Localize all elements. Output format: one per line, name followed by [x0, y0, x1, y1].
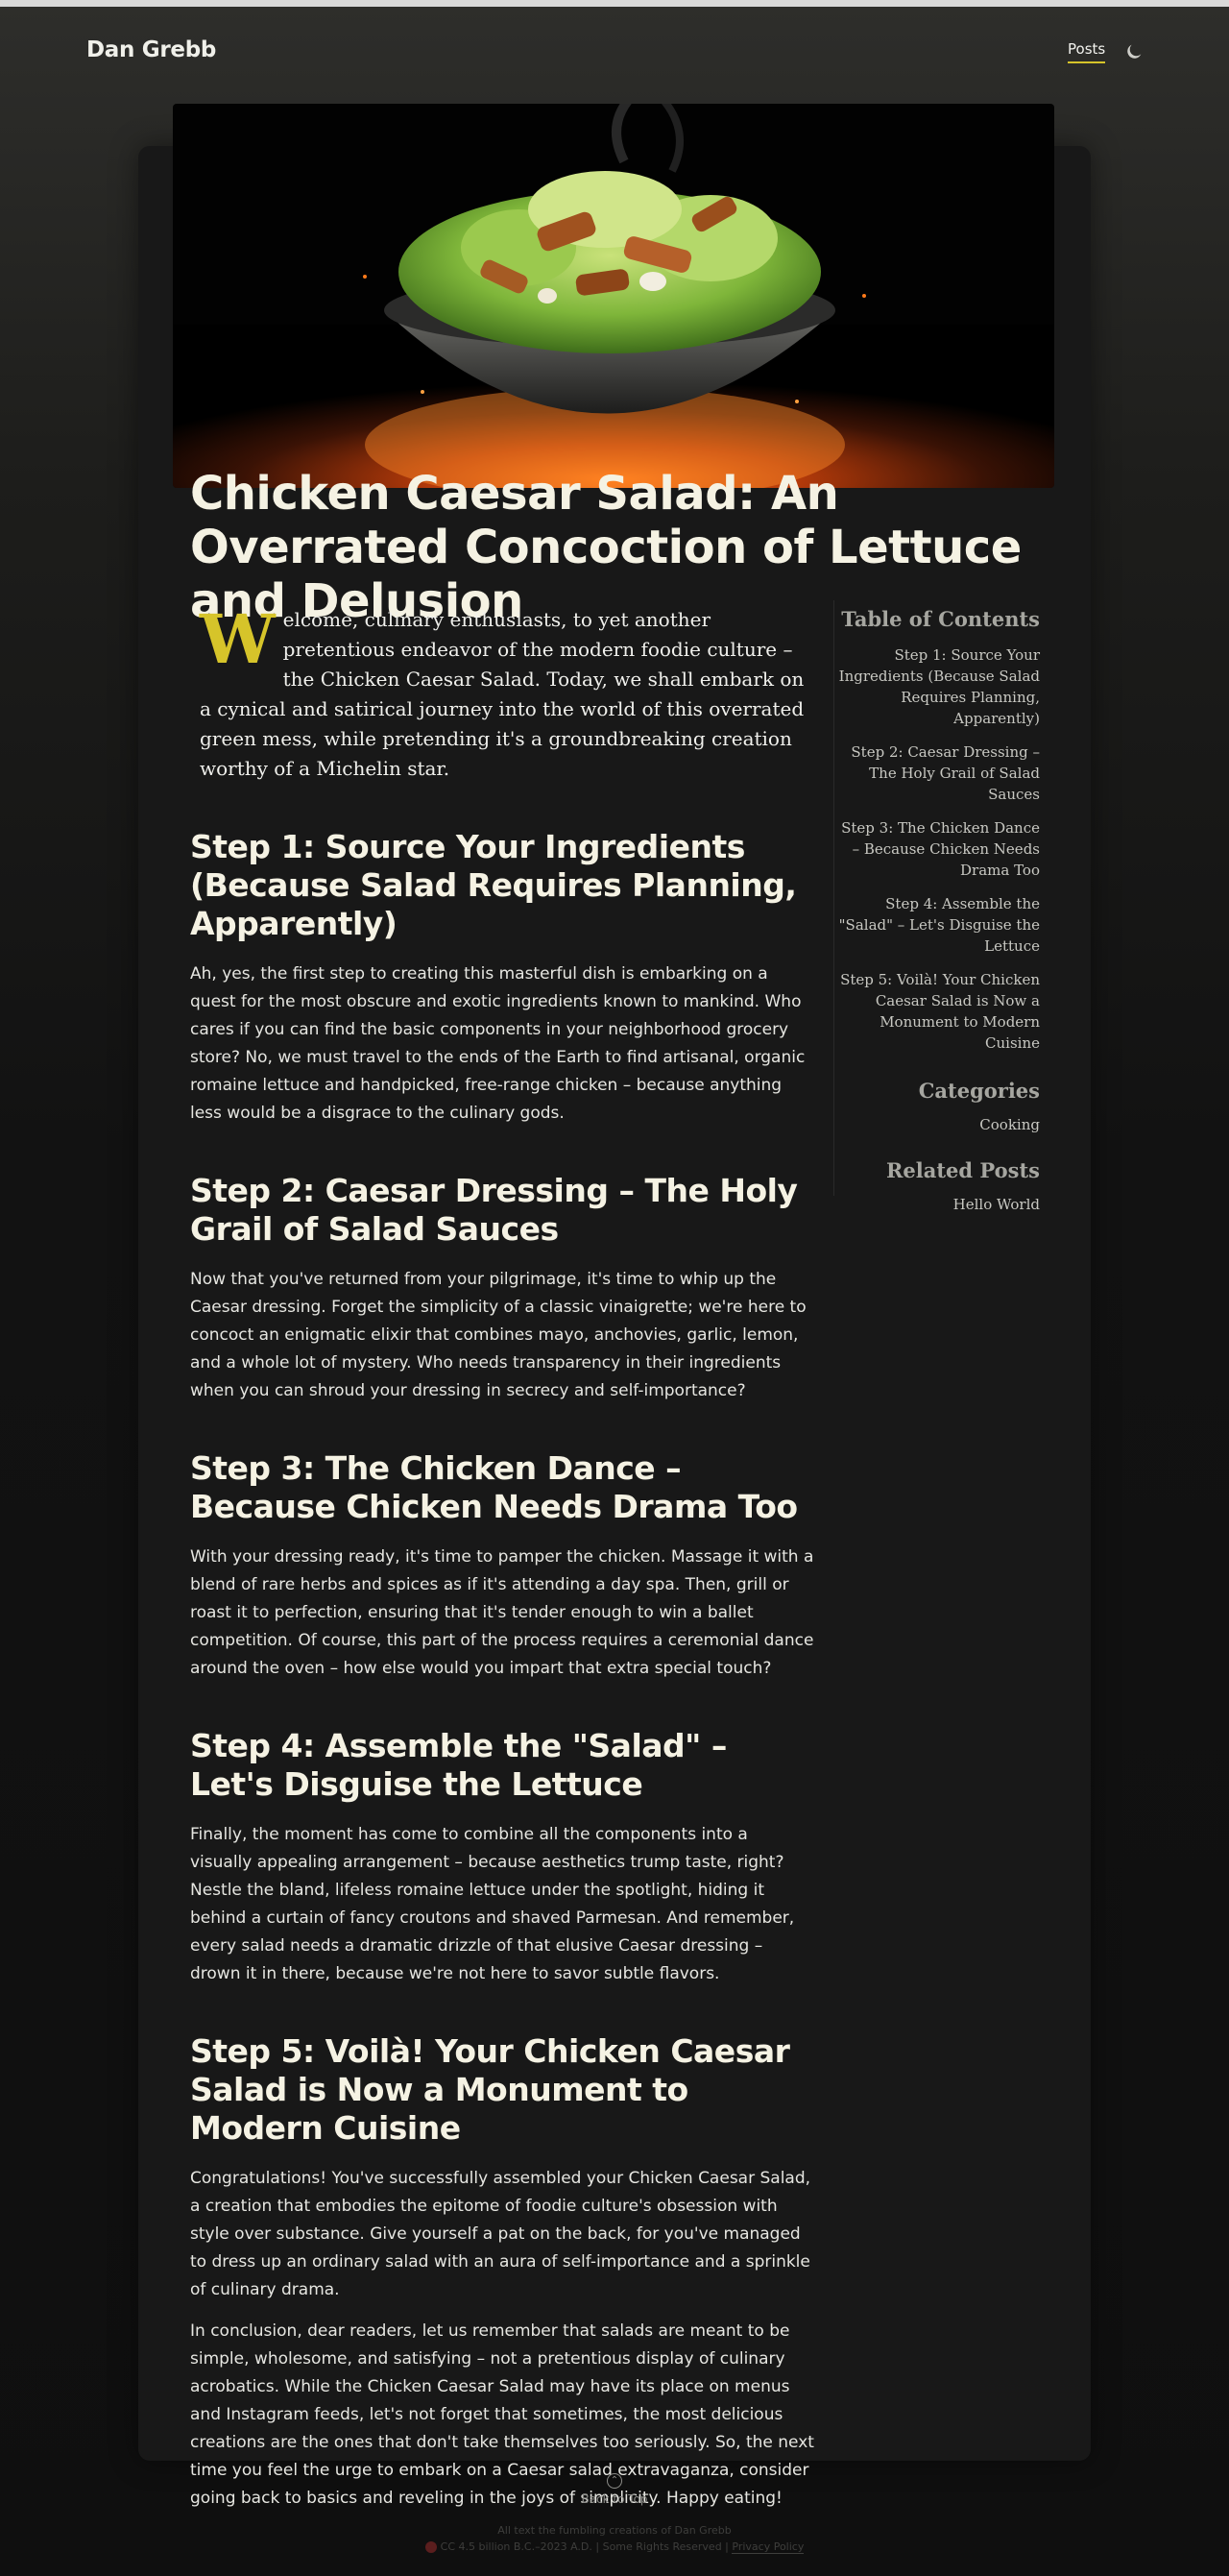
- footer-license: CC 4.5 billion B.C.–2023 A.D. | Some Rig…: [0, 2540, 1229, 2554]
- nav-posts-link[interactable]: Posts: [1068, 40, 1106, 63]
- site-brand[interactable]: Dan Grebb: [86, 37, 216, 62]
- hero-image: [173, 104, 1054, 488]
- related-post-link[interactable]: Hello World: [835, 1196, 1040, 1213]
- section-paragraph: Congratulations! You've successfully ass…: [190, 2169, 811, 2299]
- related-posts-title: Related Posts: [885, 1158, 1040, 1182]
- toc-item-step-2[interactable]: Step 2: Caesar Dressing – The Holy Grail…: [835, 741, 1040, 805]
- back-to-top-label: Back to Top: [581, 2492, 648, 2506]
- categories-title: Categories: [918, 1079, 1040, 1103]
- section-heading: Step 1: Source Your Ingredients (Because…: [190, 828, 797, 942]
- section-paragraph: Finally, the moment has come to combine …: [190, 1825, 795, 1983]
- section-heading: Step 3: The Chicken Dance – Because Chic…: [190, 1449, 798, 1525]
- section-heading: Step 2: Caesar Dressing – The Holy Grail…: [190, 1172, 798, 1248]
- toc-title: Table of Contents: [841, 607, 1040, 631]
- moon-icon[interactable]: [1123, 41, 1145, 62]
- sidebar: Table of Contents Step 1: Source Your In…: [835, 605, 1040, 1213]
- section-paragraph: With your dressing ready, it's time to p…: [190, 1547, 814, 1678]
- section-paragraph: Now that you've returned from your pilgr…: [190, 1270, 807, 1400]
- section-step-1: Step 1: Source Your Ingredients (Because…: [190, 828, 814, 1128]
- site-footer: ⌃ Back to Top All text the fumbling crea…: [0, 2473, 1229, 2554]
- browser-top-strip: [0, 0, 1229, 7]
- section-step-2: Step 2: Caesar Dressing – The Holy Grail…: [190, 1172, 814, 1405]
- section-step-5: Step 5: Voilà! Your Chicken Caesar Salad…: [190, 2032, 814, 2513]
- section-paragraph: Ah, yes, the first step to creating this…: [190, 964, 806, 1123]
- article-title: Chicken Caesar Salad: An Overrated Conco…: [190, 467, 1022, 628]
- toc-item-step-4[interactable]: Step 4: Assemble the "Salad" – Let's Dis…: [835, 893, 1040, 957]
- toc-item-step-3[interactable]: Step 3: The Chicken Dance – Because Chic…: [835, 817, 1040, 881]
- privacy-policy-link[interactable]: Privacy Policy: [732, 2540, 805, 2554]
- sidebar-divider: [833, 600, 834, 1196]
- toc-item-step-1[interactable]: Step 1: Source Your Ingredients (Because…: [835, 644, 1040, 729]
- section-step-3: Step 3: The Chicken Dance – Because Chic…: [190, 1449, 814, 1683]
- category-link-cooking[interactable]: Cooking: [835, 1116, 1040, 1133]
- section-step-4: Step 4: Assemble the "Salad" – Let's Dis…: [190, 1727, 814, 1988]
- section-heading: Step 4: Assemble the "Salad" – Let's Dis…: [190, 1727, 727, 1803]
- drop-cap: W: [200, 599, 276, 679]
- back-to-top-button[interactable]: ⌃ Back to Top: [581, 2473, 648, 2506]
- article-body: Welcome, culinary enthusiasts, to yet an…: [190, 605, 814, 2526]
- footer-credit: All text the fumbling creations of Dan G…: [497, 2524, 732, 2537]
- site-header: Dan Grebb Posts: [0, 7, 1229, 99]
- article-intro: Welcome, culinary enthusiasts, to yet an…: [200, 605, 814, 784]
- arrow-up-icon: ⌃: [607, 2473, 622, 2489]
- intro-text: elcome, culinary enthusiasts, to yet ano…: [200, 608, 805, 780]
- creative-commons-icon: [424, 2541, 437, 2553]
- license-text: CC 4.5 billion B.C.–2023 A.D. | Some Rig…: [440, 2540, 729, 2553]
- section-heading: Step 5: Voilà! Your Chicken Caesar Salad…: [190, 2032, 790, 2147]
- toc-item-step-5[interactable]: Step 5: Voilà! Your Chicken Caesar Salad…: [835, 969, 1040, 1054]
